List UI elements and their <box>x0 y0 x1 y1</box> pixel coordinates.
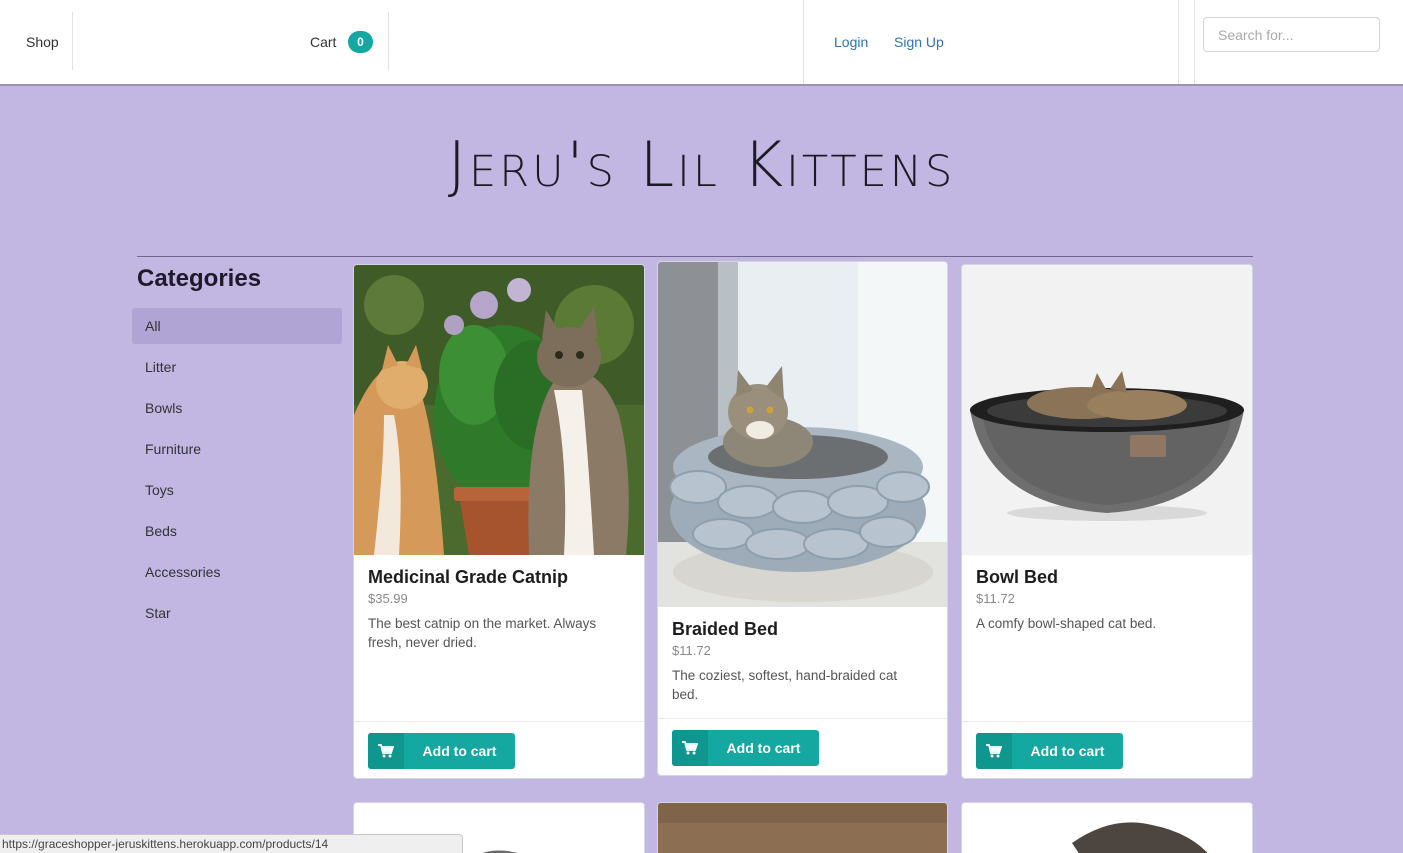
category-all[interactable]: All <box>132 308 342 344</box>
nav-cart-link[interactable]: Cart <box>310 0 336 84</box>
site-title: Jeru's Lil Kittens <box>447 128 956 201</box>
card-divider <box>962 721 1252 722</box>
product-image[interactable] <box>962 803 1252 853</box>
nav-divider <box>388 12 389 70</box>
category-beds[interactable]: Beds <box>132 513 342 549</box>
product-image[interactable] <box>962 265 1252 555</box>
nav-shop-link[interactable]: Shop <box>26 0 59 84</box>
add-to-cart-label: Add to cart <box>1030 743 1105 759</box>
product-price: $11.72 <box>976 591 1015 606</box>
login-link[interactable]: Login <box>834 0 868 84</box>
categories-heading: Categories <box>137 265 262 292</box>
cart-icon <box>976 733 1012 769</box>
product-description: The coziest, softest, hand-braided cat b… <box>672 668 898 702</box>
product-card: Braided Bed $11.72 The coziest, softest,… <box>657 261 948 776</box>
nav-divider <box>72 12 73 70</box>
add-to-cart-button[interactable]: Add to cart <box>672 730 819 766</box>
category-list: All Litter Bowls Furniture Toys Beds Acc… <box>132 308 342 636</box>
nav-divider <box>1178 0 1179 84</box>
search-input[interactable] <box>1203 17 1380 52</box>
product-card: Bowl Bed $11.72 A comfy bowl-shaped cat … <box>961 264 1253 779</box>
category-star[interactable]: Star <box>132 595 342 631</box>
link-status-bar: https://graceshopper-jeruskittens.heroku… <box>0 834 463 853</box>
product-name[interactable]: Medicinal Grade Catnip <box>368 567 568 588</box>
product-description: A comfy bowl-shaped cat bed. <box>976 616 1157 631</box>
top-navbar: Shop Cart 0 Login Sign Up <box>0 0 1403 86</box>
add-to-cart-button[interactable]: Add to cart <box>976 733 1123 769</box>
product-name[interactable]: Braided Bed <box>672 619 778 640</box>
cart-icon <box>368 733 404 769</box>
category-accessories[interactable]: Accessories <box>132 554 342 590</box>
card-divider <box>658 718 947 719</box>
hero-divider <box>137 256 1253 257</box>
add-to-cart-button[interactable]: Add to cart <box>368 733 515 769</box>
category-furniture[interactable]: Furniture <box>132 431 342 467</box>
product-image[interactable] <box>658 262 947 607</box>
category-bowls[interactable]: Bowls <box>132 390 342 426</box>
category-litter[interactable]: Litter <box>132 349 342 385</box>
product-image[interactable] <box>658 803 947 853</box>
product-description: The best catnip on the market. Always fr… <box>368 616 597 650</box>
add-to-cart-label: Add to cart <box>422 743 497 759</box>
product-name[interactable]: Bowl Bed <box>976 567 1058 588</box>
product-card: Medicinal Grade Catnip $35.99 The best c… <box>353 264 645 779</box>
nav-divider <box>803 0 804 84</box>
card-divider <box>354 721 644 722</box>
nav-divider <box>1194 0 1195 84</box>
add-to-cart-label: Add to cart <box>726 740 801 756</box>
product-card <box>657 802 948 853</box>
signup-link[interactable]: Sign Up <box>894 0 944 84</box>
product-image[interactable] <box>354 265 644 555</box>
product-card <box>961 802 1253 853</box>
category-toys[interactable]: Toys <box>132 472 342 508</box>
product-price: $35.99 <box>368 591 408 606</box>
product-price: $11.72 <box>672 643 711 658</box>
cart-count-badge[interactable]: 0 <box>348 31 373 53</box>
cart-icon <box>672 730 708 766</box>
